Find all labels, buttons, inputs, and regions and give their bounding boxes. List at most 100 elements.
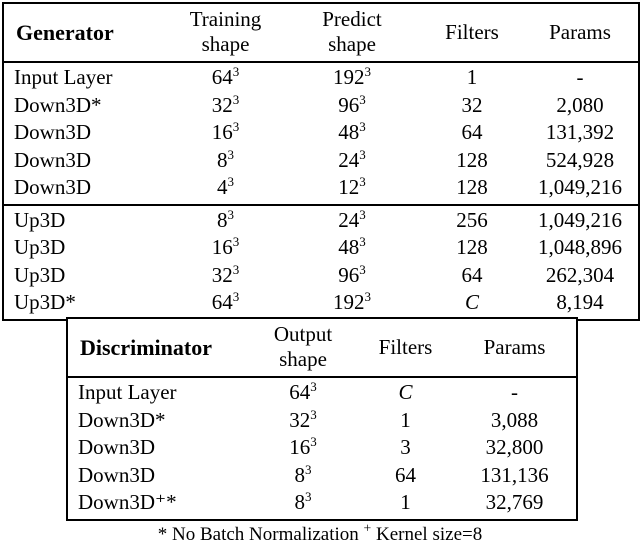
- predict-shape-base: 24: [338, 147, 360, 172]
- training-shape: 643: [169, 289, 282, 319]
- output-shape-base: 64: [289, 380, 311, 404]
- layer-name: Input Layer: [78, 380, 177, 404]
- params-value: 1,048,896: [538, 235, 622, 259]
- generator-col-predict-shape-line2: shape: [328, 32, 376, 56]
- table-row: Down3D* 323 963 32 2,080: [4, 92, 638, 120]
- output-shape: 323: [248, 407, 358, 435]
- table-row: Down3D* 323 1 3,088: [68, 407, 576, 435]
- output-shape: 163: [248, 434, 358, 462]
- predict-shape: 123: [282, 174, 422, 205]
- filters-value: 128: [456, 235, 488, 259]
- output-shape-base: 8: [294, 462, 305, 487]
- params-value: 131,136: [480, 462, 549, 487]
- table-row: Up3D 83 243 256 1,049,216: [4, 203, 638, 234]
- generator-table: Generator Training shape Predict shape F…: [2, 2, 640, 321]
- layer-name: Up3D*: [14, 290, 76, 314]
- table-row: Input Layer 643 C -: [68, 377, 576, 407]
- discriminator-col-output-shape-line1: Output: [273, 322, 333, 346]
- table-row: Down3D 163 3 32,800: [68, 434, 576, 462]
- training-shape-base: 16: [211, 235, 233, 259]
- training-shape: 323: [169, 262, 282, 290]
- layer-name: Down3D: [14, 120, 91, 144]
- filters-value: 64: [461, 120, 483, 144]
- generator-col-predict-shape: Predict shape: [282, 4, 422, 63]
- table-row: Up3D 163 483 128 1,048,896: [4, 234, 638, 262]
- training-shape-base: 32: [211, 92, 233, 117]
- predict-shape: 963: [282, 262, 422, 290]
- training-shape-exp: 3: [232, 91, 240, 107]
- params-value: 524,928: [545, 147, 615, 172]
- output-shape-base: 32: [289, 407, 311, 432]
- predict-shape-exp: 3: [359, 234, 366, 249]
- params-value: 1,049,216: [538, 175, 622, 199]
- training-shape-exp: 3: [227, 206, 234, 222]
- filters-value: 3: [400, 435, 411, 459]
- predict-shape-exp: 3: [364, 64, 371, 79]
- training-shape-exp: 3: [232, 289, 240, 304]
- table-row: Down3D⁺* 83 1 32,769: [68, 489, 576, 519]
- training-shape: 43: [169, 174, 282, 205]
- footnote-plus-text: Kernel size=8: [376, 524, 483, 545]
- training-shape-base: 32: [211, 262, 233, 287]
- training-shape-exp: 3: [227, 146, 234, 162]
- training-shape: 643: [169, 62, 282, 92]
- params-value: -: [576, 65, 584, 89]
- discriminator-col-output-shape-line2: shape: [279, 347, 327, 371]
- layer-name: Down3D⁺*: [78, 490, 177, 514]
- predict-shape-exp: 3: [364, 289, 371, 304]
- training-shape-exp: 3: [232, 64, 240, 79]
- predict-shape-base: 96: [338, 262, 360, 287]
- layer-name: Down3D*: [78, 407, 166, 432]
- training-shape-base: 8: [216, 147, 228, 172]
- table-footnote: * No Batch Normalization + Kernel size=8: [0, 520, 640, 546]
- output-shape-base: 8: [294, 490, 305, 514]
- generator-col-params: Params: [522, 4, 638, 63]
- predict-shape: 243: [282, 203, 422, 234]
- generator-col-training-shape: Training shape: [169, 4, 282, 63]
- layer-name: Up3D: [14, 262, 66, 287]
- output-shape-exp: 3: [304, 461, 312, 477]
- filters-value: 64: [461, 262, 483, 287]
- filters-value: 1: [400, 407, 411, 432]
- params-value: -: [511, 380, 518, 404]
- table-row: Down3D 163 483 64 131,392: [4, 119, 638, 147]
- filters-value: 1: [400, 490, 411, 514]
- footnote-plus-symbol: +: [363, 520, 372, 536]
- table-row: Down3D 43 123 128 1,049,216: [4, 174, 638, 205]
- filters-value: 1: [466, 65, 478, 89]
- table-row: Up3D 323 963 64 262,304: [4, 262, 638, 290]
- layer-name: Down3D*: [14, 92, 102, 117]
- params-value: 3,088: [490, 407, 539, 432]
- predict-shape-base: 48: [338, 120, 360, 144]
- layer-name: Up3D: [14, 235, 66, 259]
- predict-shape-exp: 3: [359, 146, 366, 162]
- output-shape-exp: 3: [304, 489, 312, 504]
- training-shape: 163: [169, 234, 282, 262]
- predict-shape-base: 192: [332, 65, 365, 89]
- params-value: 1,049,216: [522, 203, 638, 234]
- table-row: Input Layer 643 1923 1 -: [4, 62, 638, 92]
- output-shape: 83: [248, 462, 358, 490]
- output-shape-exp: 3: [310, 434, 317, 449]
- table-row: Up3D* 643 1923 C 8,194: [4, 289, 638, 319]
- layer-name: Down3D: [78, 435, 155, 459]
- predict-shape-exp: 3: [359, 174, 366, 189]
- footnote-star-text: No Batch Normalization: [172, 524, 359, 545]
- output-shape-base: 16: [289, 435, 311, 459]
- generator-table-grid: Generator Training shape Predict shape F…: [4, 4, 638, 319]
- training-shape-base: 64: [211, 65, 233, 89]
- layer-name: Up3D: [4, 203, 169, 234]
- layer-name: Input Layer: [14, 65, 113, 89]
- filters-value: 128: [456, 175, 488, 199]
- output-shape: 83: [248, 489, 358, 519]
- params-value: 131,392: [545, 120, 615, 144]
- filters-value: C: [464, 290, 479, 314]
- filters-value: C: [398, 380, 413, 404]
- table-row: Down3D 83 243 128 524,928: [4, 147, 638, 175]
- predict-shape: 1923: [282, 62, 422, 92]
- training-shape-exp: 3: [232, 234, 240, 249]
- discriminator-title: Discriminator: [68, 319, 248, 378]
- training-shape-base: 64: [211, 290, 233, 314]
- discriminator-col-filters: Filters: [358, 319, 453, 378]
- predict-shape-exp: 3: [359, 261, 366, 277]
